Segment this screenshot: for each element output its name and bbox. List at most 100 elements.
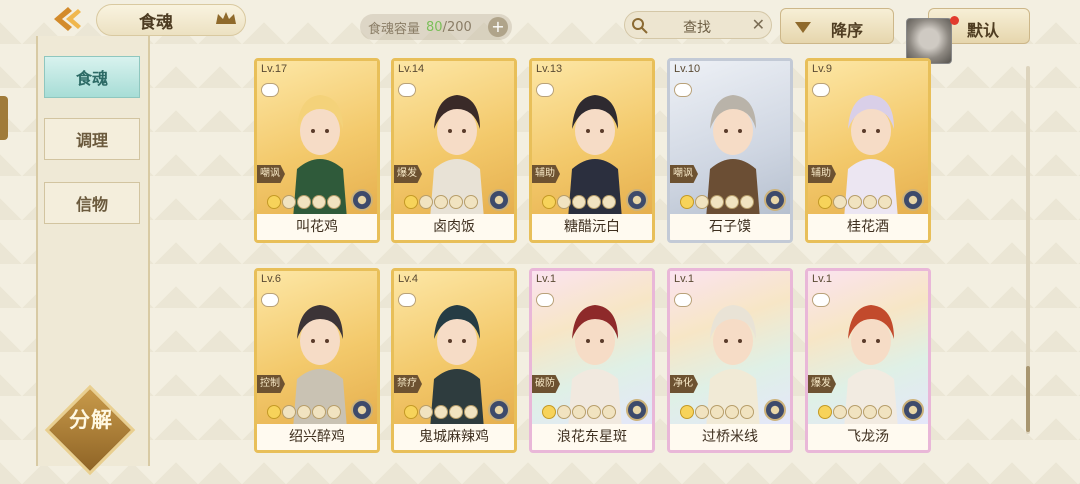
notification-dot — [950, 16, 959, 25]
capacity-label: 食魂容量 — [368, 21, 421, 37]
element-gem-icon — [902, 399, 924, 421]
chat-bubble-icon — [812, 83, 830, 97]
card-name: 桂花酒 — [808, 214, 928, 240]
food-soul-card[interactable]: Lv.13 辅助 糖醋沅白 — [529, 58, 655, 243]
chat-bubble-icon — [674, 293, 692, 307]
star-icon — [557, 195, 571, 209]
star-icon — [833, 405, 847, 419]
star-rating — [267, 195, 341, 209]
star-icon — [818, 405, 832, 419]
card-name: 鬼城麻辣鸡 — [394, 424, 514, 450]
food-soul-card[interactable]: Lv.10 嘲讽 石子馍 — [667, 58, 793, 243]
role-tag: 爆发 — [394, 165, 422, 183]
star-icon — [404, 405, 418, 419]
element-gem-icon — [626, 189, 648, 211]
star-icon — [680, 405, 694, 419]
food-soul-card[interactable]: Lv.1 净化 过桥米线 — [667, 268, 793, 453]
star-icon — [419, 195, 433, 209]
food-soul-card[interactable]: Lv.1 破防 浪花东星斑 — [529, 268, 655, 453]
chat-bubble-icon — [812, 293, 830, 307]
star-icon — [327, 195, 341, 209]
star-icon — [740, 195, 754, 209]
role-tag: 辅助 — [808, 165, 836, 183]
star-icon — [404, 195, 418, 209]
star-icon — [602, 195, 616, 209]
star-icon — [878, 405, 892, 419]
back-button[interactable] — [40, 2, 96, 36]
star-icon — [680, 195, 694, 209]
card-name: 飞龙汤 — [808, 424, 928, 450]
star-icon — [848, 195, 862, 209]
star-rating — [267, 405, 341, 419]
add-capacity-button[interactable]: + — [488, 17, 508, 37]
chat-bubble-icon — [398, 83, 416, 97]
default-label: 默认 — [967, 21, 1000, 40]
star-rating — [542, 405, 616, 419]
capacity-total: /200 — [442, 19, 472, 35]
card-level: Lv.6 — [261, 273, 281, 285]
food-soul-card[interactable]: Lv.1 爆发 飞龙汤 — [805, 268, 931, 453]
card-name: 浪花东星斑 — [532, 424, 652, 450]
star-icon — [312, 195, 326, 209]
left-edge-tab[interactable] — [0, 96, 8, 140]
sort-label: 降序 — [831, 21, 864, 40]
star-icon — [542, 405, 556, 419]
tab-tokens[interactable]: 信物 — [44, 182, 140, 224]
element-gem-icon — [626, 399, 648, 421]
chat-bubble-icon — [261, 293, 279, 307]
food-soul-card[interactable]: Lv.4 禁疗鬼城麻辣鸡 — [391, 268, 517, 453]
star-rating — [404, 195, 478, 209]
star-rating — [680, 405, 754, 419]
star-rating — [404, 405, 478, 419]
role-tag: 嘲讽 — [257, 165, 285, 183]
star-rating — [818, 405, 892, 419]
star-icon — [572, 195, 586, 209]
sort-order-button[interactable]: 降序 — [780, 8, 894, 44]
food-soul-card[interactable]: Lv.9 辅助 桂花酒 — [805, 58, 931, 243]
clear-search-icon[interactable]: ✕ — [752, 15, 765, 34]
card-name: 石子馍 — [670, 214, 790, 240]
element-gem-icon — [902, 189, 924, 211]
star-icon — [695, 195, 709, 209]
capacity-display: 食魂容量 80 /200 + — [360, 14, 512, 40]
food-soul-card[interactable]: Lv.14 爆发 卤肉饭 — [391, 58, 517, 243]
role-tag: 嘲讽 — [670, 165, 698, 183]
food-soul-card[interactable]: Lv.17 嘲讽叫花鸡 — [254, 58, 380, 243]
card-level: Lv.4 — [398, 273, 418, 285]
tab-food-soul[interactable]: 食魂 — [44, 56, 140, 98]
tab-cooking[interactable]: 调理 — [44, 118, 140, 160]
star-icon — [297, 405, 311, 419]
card-level: Lv.1 — [674, 273, 694, 285]
role-tag: 禁疗 — [394, 375, 422, 393]
card-name: 绍兴醉鸡 — [257, 424, 377, 450]
search-input[interactable]: 查找 ✕ — [624, 11, 772, 39]
back-arrow-icon — [54, 7, 81, 31]
star-icon — [878, 195, 892, 209]
star-icon — [327, 405, 341, 419]
card-level: Lv.14 — [398, 63, 425, 75]
card-name: 过桥米线 — [670, 424, 790, 450]
star-icon — [282, 195, 296, 209]
scrollbar-thumb[interactable] — [1026, 366, 1030, 432]
star-icon — [434, 195, 448, 209]
element-gem-icon — [764, 399, 786, 421]
card-level: Lv.17 — [261, 63, 288, 75]
card-level: Lv.13 — [536, 63, 563, 75]
element-gem-icon — [488, 399, 510, 421]
star-icon — [710, 405, 724, 419]
card-name: 叫花鸡 — [257, 214, 377, 240]
food-soul-card[interactable]: Lv.6 控制绍兴醉鸡 — [254, 268, 380, 453]
star-icon — [710, 195, 724, 209]
star-icon — [740, 405, 754, 419]
star-icon — [587, 195, 601, 209]
role-tag: 爆发 — [808, 375, 836, 393]
star-icon — [557, 405, 571, 419]
star-icon — [818, 195, 832, 209]
star-icon — [848, 405, 862, 419]
star-icon — [725, 405, 739, 419]
role-tag: 控制 — [257, 375, 285, 393]
star-icon — [725, 195, 739, 209]
search-icon — [632, 18, 648, 34]
star-icon — [833, 195, 847, 209]
decompose-label: 分解 — [69, 408, 113, 432]
